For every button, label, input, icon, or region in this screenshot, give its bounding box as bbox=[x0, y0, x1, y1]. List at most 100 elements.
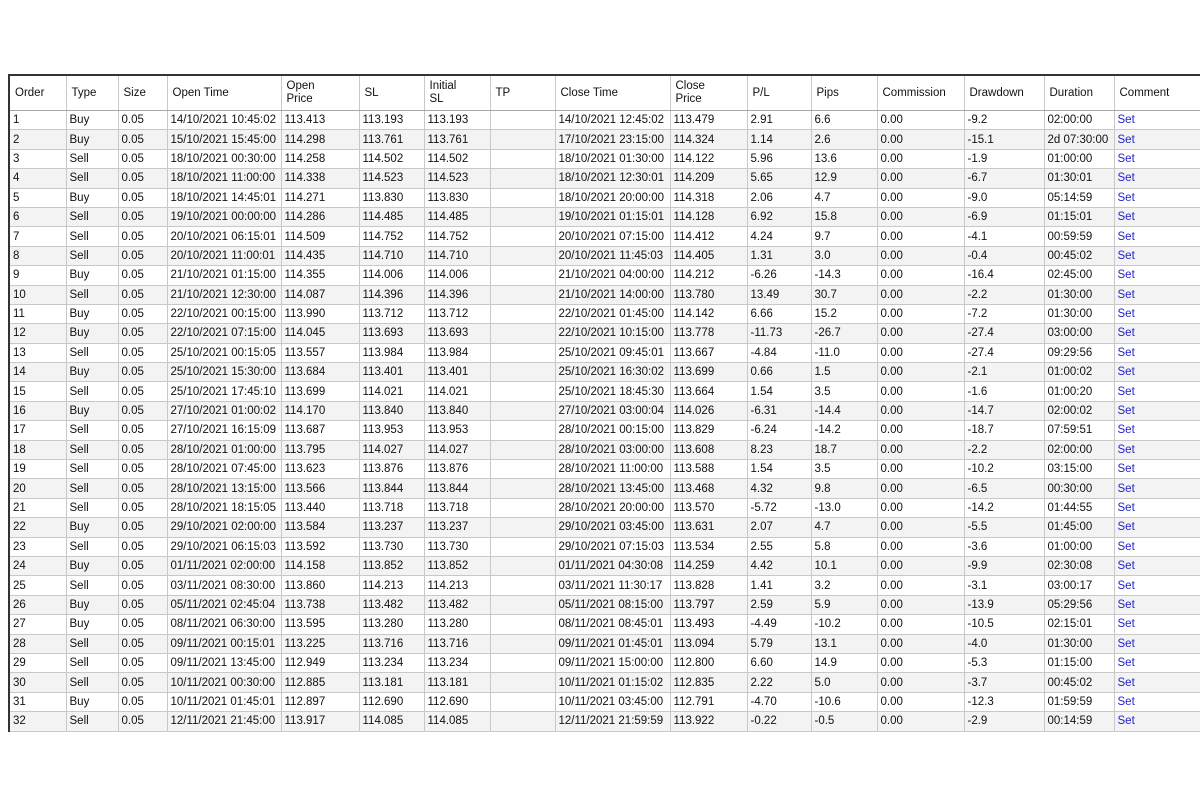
table-row[interactable]: 21 Sell 0.05 28/10/2021 18:15:05 113.440 113.… bbox=[10, 498, 1200, 519]
cell-sl: 114.523 bbox=[359, 168, 425, 189]
table-row[interactable]: 18 Sell 0.05 28/10/2021 01:00:00 113.795 114.… bbox=[10, 440, 1200, 461]
table-row[interactable]: 28 Sell 0.05 09/11/2021 00:15:01 113.225 113.… bbox=[10, 634, 1200, 654]
column-header-p-l[interactable]: P/L bbox=[747, 76, 812, 111]
column-header-close-price[interactable]: Close Price bbox=[670, 76, 748, 111]
table-row[interactable]: 23 Sell 0.05 29/10/2021 06:15:03 113.592 113.… bbox=[10, 537, 1200, 557]
set-comment-link[interactable]: Set bbox=[1114, 149, 1200, 170]
column-header-open-price[interactable]: Open Price bbox=[281, 76, 360, 111]
set-comment-link[interactable]: Set bbox=[1114, 265, 1200, 286]
column-header-close-time[interactable]: Close Time bbox=[555, 76, 671, 111]
table-row[interactable]: 10 Sell 0.05 21/10/2021 12:30:00 114.087 114.… bbox=[10, 285, 1200, 305]
cell-tp bbox=[490, 207, 556, 228]
table-row[interactable]: 8 Sell 0.05 20/10/2021 11:00:01 114.435 114.7… bbox=[10, 246, 1200, 267]
table-row[interactable]: 24 Buy 0.05 01/11/2021 02:00:00 114.158 113.8… bbox=[10, 556, 1200, 577]
cell-tp bbox=[490, 188, 556, 208]
set-comment-link[interactable]: Set bbox=[1114, 692, 1200, 713]
set-comment-link[interactable]: Set bbox=[1114, 614, 1200, 635]
column-header-commission[interactable]: Commission bbox=[877, 76, 965, 111]
set-comment-link[interactable]: Set bbox=[1114, 459, 1200, 480]
table-row[interactable]: 1 Buy 0.05 14/10/2021 10:45:02 113.413 113.19… bbox=[10, 110, 1200, 131]
table-row[interactable]: 12 Buy 0.05 22/10/2021 07:15:00 114.045 113.6… bbox=[10, 323, 1200, 344]
table-row[interactable]: 26 Buy 0.05 05/11/2021 02:45:04 113.738 113.4… bbox=[10, 595, 1200, 616]
set-comment-link[interactable]: Set bbox=[1114, 498, 1200, 519]
table-row[interactable]: 9 Buy 0.05 21/10/2021 01:15:00 114.355 114.00… bbox=[10, 265, 1200, 286]
set-comment-link[interactable]: Set bbox=[1114, 168, 1200, 189]
cell-close-time: 03/11/2021 11:30:17 bbox=[555, 575, 671, 596]
set-comment-link[interactable]: Set bbox=[1114, 440, 1200, 461]
set-comment-link[interactable]: Set bbox=[1114, 323, 1200, 344]
cell-size: 0.05 bbox=[118, 381, 168, 402]
cell-sl: 113.953 bbox=[359, 420, 425, 441]
table-row[interactable]: 19 Sell 0.05 28/10/2021 07:45:00 113.623 113.… bbox=[10, 459, 1200, 480]
table-row[interactable]: 4 Sell 0.05 18/10/2021 11:00:00 114.338 114.5… bbox=[10, 168, 1200, 189]
cell-pips: 6.6 bbox=[811, 110, 878, 131]
cell-type: Buy bbox=[66, 129, 119, 150]
set-comment-link[interactable]: Set bbox=[1114, 188, 1200, 208]
column-header-pips[interactable]: Pips bbox=[811, 76, 878, 111]
column-header-open-time[interactable]: Open Time bbox=[167, 76, 282, 111]
set-comment-link[interactable]: Set bbox=[1114, 653, 1200, 674]
set-comment-link[interactable]: Set bbox=[1114, 343, 1200, 364]
table-row[interactable]: 11 Buy 0.05 22/10/2021 00:15:00 113.990 113.7… bbox=[10, 304, 1200, 325]
set-comment-link[interactable]: Set bbox=[1114, 362, 1200, 383]
cell-duration: 00:45:02 bbox=[1044, 672, 1115, 693]
set-comment-link[interactable]: Set bbox=[1114, 556, 1200, 577]
table-row[interactable]: 30 Sell 0.05 10/11/2021 00:30:00 112.885 113.… bbox=[10, 672, 1200, 693]
table-row[interactable]: 20 Sell 0.05 28/10/2021 13:15:00 113.566 113.… bbox=[10, 478, 1200, 499]
table-row[interactable]: 29 Sell 0.05 09/11/2021 13:45:00 112.949 113.… bbox=[10, 653, 1200, 674]
table-row[interactable]: 5 Buy 0.05 18/10/2021 14:45:01 114.271 113.83… bbox=[10, 188, 1200, 208]
table-row[interactable]: 16 Buy 0.05 27/10/2021 01:00:02 114.170 113.8… bbox=[10, 401, 1200, 422]
set-comment-link[interactable]: Set bbox=[1114, 595, 1200, 616]
set-comment-link[interactable]: Set bbox=[1114, 207, 1200, 228]
cell-close-price: 112.800 bbox=[670, 653, 748, 674]
cell-pips: 9.7 bbox=[811, 226, 878, 247]
set-comment-link[interactable]: Set bbox=[1114, 672, 1200, 693]
column-header-duration[interactable]: Duration bbox=[1044, 76, 1115, 111]
set-comment-link[interactable]: Set bbox=[1114, 575, 1200, 596]
column-header-sl[interactable]: SL bbox=[359, 76, 425, 111]
set-comment-link[interactable]: Set bbox=[1114, 478, 1200, 499]
table-row[interactable]: 17 Sell 0.05 27/10/2021 16:15:09 113.687 113.… bbox=[10, 420, 1200, 441]
cell-open-time: 22/10/2021 00:15:00 bbox=[167, 304, 282, 325]
set-comment-link[interactable]: Set bbox=[1114, 246, 1200, 267]
set-comment-link[interactable]: Set bbox=[1114, 517, 1200, 538]
table-row[interactable]: 15 Sell 0.05 25/10/2021 17:45:10 113.699 114.… bbox=[10, 381, 1200, 402]
set-comment-link[interactable]: Set bbox=[1114, 537, 1200, 557]
set-comment-link[interactable]: Set bbox=[1114, 129, 1200, 150]
cell-tp bbox=[490, 401, 556, 422]
column-header-size[interactable]: Size bbox=[118, 76, 168, 111]
table-row[interactable]: 3 Sell 0.05 18/10/2021 00:30:00 114.258 114.5… bbox=[10, 149, 1200, 170]
set-comment-link[interactable]: Set bbox=[1114, 381, 1200, 402]
column-header-initial-sl[interactable]: Initial SL bbox=[424, 76, 491, 111]
table-row[interactable]: 13 Sell 0.05 25/10/2021 00:15:05 113.557 113.… bbox=[10, 343, 1200, 364]
table-row[interactable]: 22 Buy 0.05 29/10/2021 02:00:00 113.584 113.2… bbox=[10, 517, 1200, 538]
table-row[interactable]: 6 Sell 0.05 19/10/2021 00:00:00 114.286 114.4… bbox=[10, 207, 1200, 228]
set-comment-link[interactable]: Set bbox=[1114, 401, 1200, 422]
column-header-order[interactable]: Order bbox=[10, 76, 67, 111]
table-row[interactable]: 25 Sell 0.05 03/11/2021 08:30:00 113.860 114.… bbox=[10, 575, 1200, 596]
table-row[interactable]: 31 Buy 0.05 10/11/2021 01:45:01 112.897 112.6… bbox=[10, 692, 1200, 713]
cell-commission: 0.00 bbox=[877, 653, 965, 674]
set-comment-link[interactable]: Set bbox=[1114, 304, 1200, 325]
table-row[interactable]: 27 Buy 0.05 08/11/2021 06:30:00 113.595 113.2… bbox=[10, 614, 1200, 635]
column-header-comment[interactable]: Comment bbox=[1114, 76, 1200, 111]
cell-size: 0.05 bbox=[118, 401, 168, 422]
column-header-type[interactable]: Type bbox=[66, 76, 119, 111]
table-row[interactable]: 7 Sell 0.05 20/10/2021 06:15:01 114.509 114.7… bbox=[10, 226, 1200, 247]
column-header-drawdown[interactable]: Drawdown bbox=[964, 76, 1045, 111]
set-comment-link[interactable]: Set bbox=[1114, 226, 1200, 247]
cell-sl: 114.027 bbox=[359, 440, 425, 461]
table-row[interactable]: 2 Buy 0.05 15/10/2021 15:45:00 114.298 113.76… bbox=[10, 129, 1200, 150]
set-comment-link[interactable]: Set bbox=[1114, 420, 1200, 441]
cell-close-time: 10/11/2021 03:45:00 bbox=[555, 692, 671, 713]
set-comment-link[interactable]: Set bbox=[1114, 711, 1200, 732]
cell-type: Sell bbox=[66, 459, 119, 480]
cell-size: 0.05 bbox=[118, 188, 168, 208]
set-comment-link[interactable]: Set bbox=[1114, 285, 1200, 305]
set-comment-link[interactable]: Set bbox=[1114, 110, 1200, 131]
table-row[interactable]: 14 Buy 0.05 25/10/2021 15:30:00 113.684 113.4… bbox=[10, 362, 1200, 383]
cell-type: Sell bbox=[66, 207, 119, 228]
table-row[interactable]: 32 Sell 0.05 12/11/2021 21:45:00 113.917 114.… bbox=[10, 711, 1200, 732]
column-header-tp[interactable]: TP bbox=[490, 76, 556, 111]
set-comment-link[interactable]: Set bbox=[1114, 634, 1200, 654]
